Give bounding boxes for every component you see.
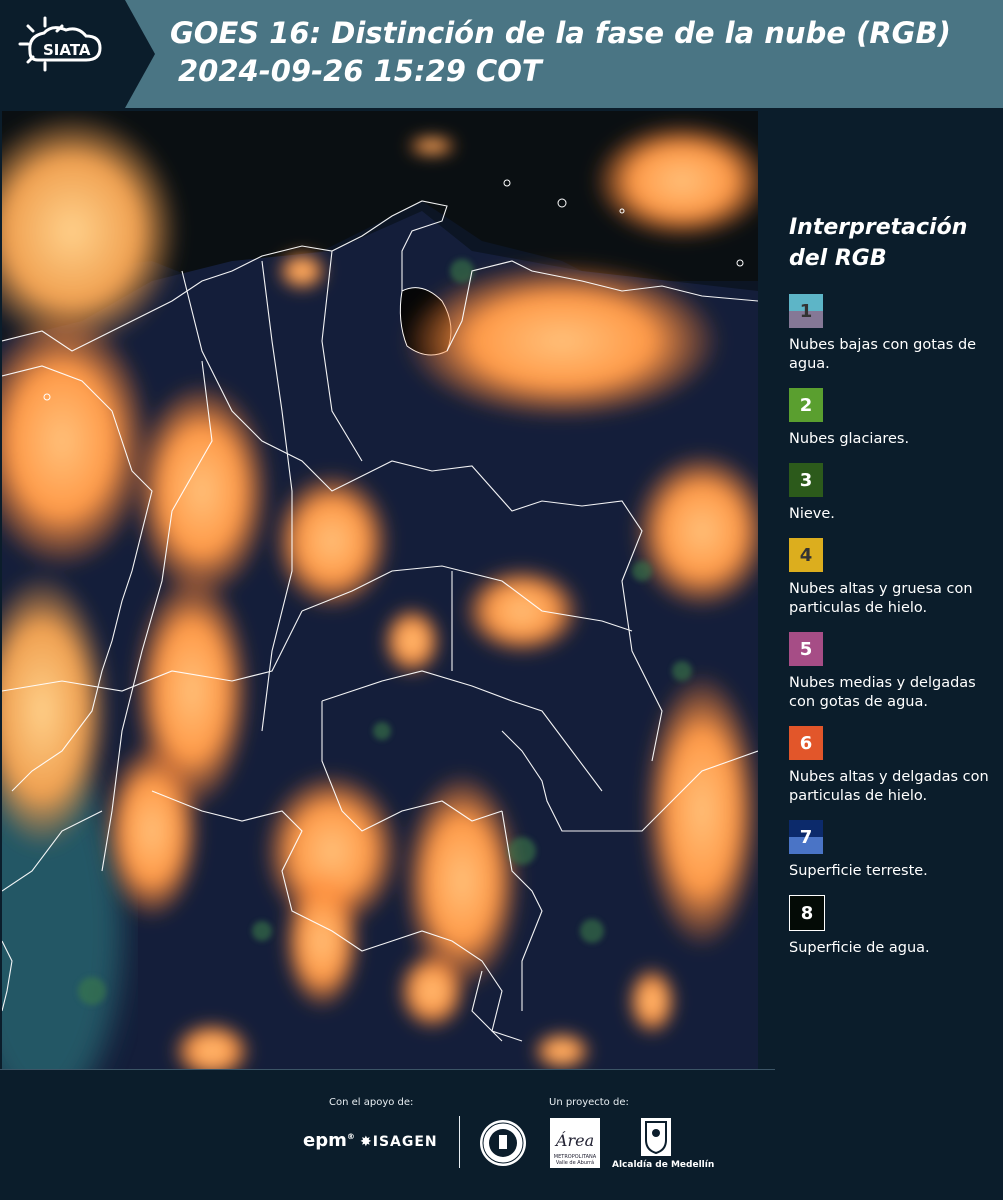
epm-logo: epm® <box>303 1130 355 1151</box>
legend-title-line-2: del RGB <box>789 246 887 271</box>
footer-divider <box>459 1116 460 1168</box>
siata-logo-text: SIATA <box>43 41 91 59</box>
legend-swatch-3: 3 <box>789 463 823 497</box>
legend-swatch-2: 2 <box>789 388 823 422</box>
legend-label: Nubes altas y gruesa con particulas de h… <box>789 581 973 616</box>
legend-item-8: 8 Superficie de agua. <box>789 895 994 958</box>
legend-label: Nieve. <box>789 506 835 522</box>
legend-number: 3 <box>799 469 813 491</box>
legend-swatch-4: 4 <box>789 538 823 572</box>
legend-item-6: 6 Nubes altas y delgadas con particulas d… <box>789 726 994 806</box>
page-title: GOES 16: Distinción de la fase de la nub… <box>170 14 951 90</box>
legend-number: 7 <box>799 826 813 848</box>
legend-title-line-1: Interpretación <box>789 215 968 240</box>
epm-logo-text: epm <box>303 1130 347 1151</box>
isagen-logo-text: ISAGEN <box>372 1134 438 1150</box>
legend-label: Nubes medias y delgadas con gotas de agu… <box>789 675 976 710</box>
support-label: Con el apoyo de: <box>329 1097 414 1108</box>
legend-number: 2 <box>799 394 813 416</box>
medellin-seal-icon <box>478 1118 528 1172</box>
alcaldia-shield-icon <box>641 1118 671 1160</box>
rgb-legend: Interpretación del RGB 1 Nubes bajas con … <box>789 212 994 972</box>
footer: Con el apoyo de: Un proyecto de: epm® ✸I… <box>0 1070 1003 1200</box>
legend-swatch-5: 5 <box>789 632 823 666</box>
legend-number: 1 <box>799 300 813 322</box>
legend-item-5: 5 Nubes medias y delgadas con gotas de ag… <box>789 632 994 712</box>
legend-number: 6 <box>799 732 813 754</box>
legend-item-1: 1 Nubes bajas con gotas de agua. <box>789 294 994 374</box>
legend-swatch-8: 8 <box>789 895 825 931</box>
legend-label: Nubes glaciares. <box>789 431 910 447</box>
legend-swatch-1: 1 <box>789 294 823 328</box>
legend-label: Superficie de agua. <box>789 940 930 956</box>
siata-logo: SIATA <box>0 0 155 108</box>
header-bar: SIATA GOES 16: Distinción de la fase de … <box>0 0 1003 108</box>
legend-label: Superficie terreste. <box>789 863 928 879</box>
title-line-2: 2024-09-26 15:29 COT <box>178 54 542 88</box>
legend-item-3: 3 Nieve. <box>789 463 994 524</box>
title-line-1: GOES 16: Distinción de la fase de la nub… <box>170 16 951 50</box>
legend-number: 4 <box>799 544 813 566</box>
area-subtext: METROPOLITANA Valle de Aburrá <box>553 1154 597 1166</box>
legend-number: 5 <box>799 638 813 660</box>
legend-item-7: 7 Superficie terreste. <box>789 820 994 881</box>
legend-item-4: 4 Nubes altas y gruesa con particulas de … <box>789 538 994 618</box>
satellite-map <box>2 111 758 1069</box>
legend-label: Nubes altas y delgadas con particulas de… <box>789 769 989 804</box>
alcaldia-text: Alcaldía de Medellín <box>612 1160 715 1170</box>
area-logo-text: Área <box>554 1130 594 1150</box>
legend-title: Interpretación del RGB <box>789 212 994 274</box>
legend-label: Nubes bajas con gotas de agua. <box>789 337 977 372</box>
isagen-star-icon: ✸ <box>360 1134 373 1150</box>
legend-number: 8 <box>800 902 814 924</box>
project-label: Un proyecto de: <box>549 1097 629 1108</box>
legend-items: 1 Nubes bajas con gotas de agua. 2 Nubes gl… <box>789 294 994 958</box>
legend-swatch-7: 7 <box>789 820 823 854</box>
legend-item-2: 2 Nubes glaciares. <box>789 388 994 449</box>
legend-swatch-6: 6 <box>789 726 823 760</box>
isagen-logo: ✸ISAGEN <box>360 1134 438 1150</box>
